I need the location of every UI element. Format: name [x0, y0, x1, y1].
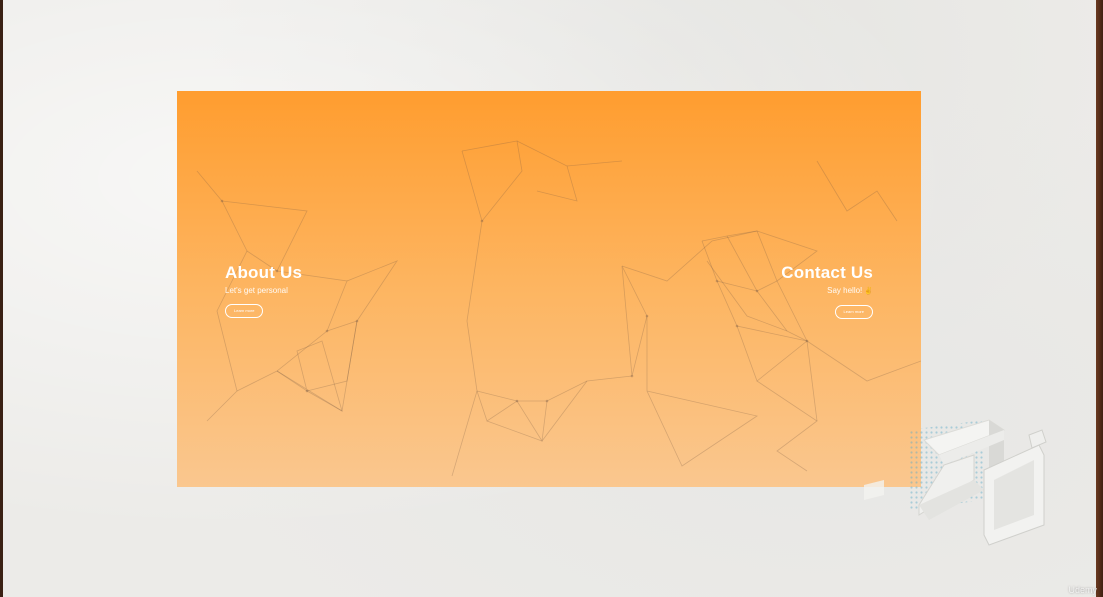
- contact-subtitle: Say hello!: [827, 286, 863, 295]
- hero-slide: About Us Let's get personal Learn more C…: [177, 91, 921, 487]
- about-subtitle: Let's get personal: [225, 286, 288, 295]
- about-title: About Us: [225, 263, 303, 282]
- about-section: About Us Let's get personal Learn more: [225, 263, 302, 318]
- contact-title: Contact Us: [781, 263, 873, 282]
- udemy-watermark: Udemy: [1068, 585, 1097, 595]
- sparkle-emoji-icon: ✌: [864, 288, 873, 295]
- about-learn-more-button[interactable]: Learn more: [225, 304, 264, 318]
- frame-edge: [1096, 0, 1103, 597]
- contact-learn-more-button[interactable]: Learn more: [834, 305, 873, 319]
- 3d-logo-icon: [864, 419, 1047, 546]
- contact-subtitle-row: Say hello! ✌: [781, 285, 873, 298]
- contact-section: Contact Us Say hello! ✌ Learn more: [781, 263, 873, 319]
